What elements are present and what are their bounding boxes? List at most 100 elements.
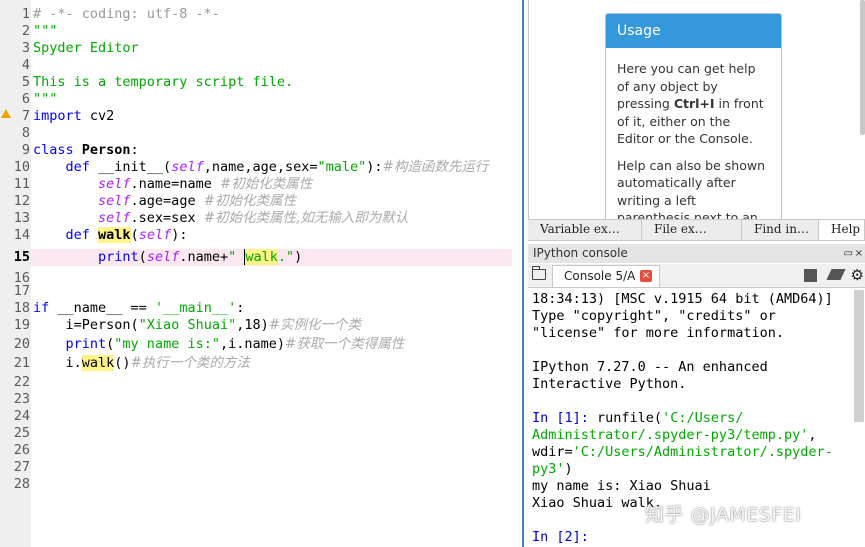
line-number: 25 xyxy=(13,425,30,441)
input-prompt: In [2]: xyxy=(532,529,589,545)
code-line-15[interactable]: print(self.name+" walk.") xyxy=(33,249,302,266)
eraser-icon[interactable] xyxy=(826,269,846,280)
keyword: def xyxy=(65,227,90,243)
code-line-21[interactable]: i.walk()#执行一个类的方法 xyxy=(33,355,250,372)
code-line-10[interactable]: def __init__(self,name,age,sex="male"):#… xyxy=(33,159,489,176)
line-number: 20 xyxy=(13,336,30,352)
code-line-9[interactable]: class Person: xyxy=(33,142,139,159)
line-number: 24 xyxy=(13,408,30,424)
code-text: .name=name xyxy=(130,176,220,192)
comment: #初始化类属性 xyxy=(203,193,297,209)
comment: #获取一个类得属性 xyxy=(285,336,405,352)
usage-paragraph-1: Here you can get help of any object by p… xyxy=(617,60,771,148)
console-line: IPython 7.27.0 -- An enhanced xyxy=(532,359,768,375)
watermark: 知乎 @JAMESFEI xyxy=(645,504,802,526)
pane-title: IPython console xyxy=(533,246,628,260)
code-line-13[interactable]: self.sex=sex #初始化类属性,如无输入即为默认 xyxy=(33,210,408,227)
code-text: __name__ == xyxy=(49,300,155,316)
line-number: 7 xyxy=(21,108,30,124)
self-keyword: self xyxy=(171,159,204,175)
help-pane[interactable]: Usage Here you can get help of any objec… xyxy=(528,0,865,225)
code-text: ( xyxy=(130,227,139,243)
code-text: ): xyxy=(366,159,383,175)
string: ." xyxy=(277,249,295,265)
help-scrollbar[interactable] xyxy=(860,0,865,135)
code-line-2[interactable]: """ xyxy=(33,23,57,40)
self-keyword: self xyxy=(98,193,131,209)
console-string: py3' xyxy=(532,461,565,477)
code-line-18[interactable]: if __name__ == '__main__': xyxy=(33,300,244,317)
comment: # -*- coding: utf-8 -*- xyxy=(33,6,220,22)
ipython-pane-header: IPython console ▭ × xyxy=(528,244,865,263)
string: "my name is:" xyxy=(114,336,220,352)
line-number: 19 xyxy=(13,317,30,333)
self-keyword: self xyxy=(146,249,180,265)
keyword: print xyxy=(98,249,139,265)
tab-help[interactable]: Help xyxy=(819,220,865,240)
docstring: """ xyxy=(33,23,58,39)
tab-console[interactable]: Console 5/A × xyxy=(552,265,660,287)
input-prompt: In [1]: xyxy=(532,410,589,426)
console-line[interactable]: In [2]: xyxy=(532,529,589,546)
undock-icon[interactable]: ▭ xyxy=(844,244,853,263)
keyword: def xyxy=(65,159,90,175)
code-text: .sex=sex xyxy=(130,210,204,226)
code-line-7[interactable]: import cv2 xyxy=(33,108,114,125)
tab-find-in-files[interactable]: Find in… xyxy=(742,220,819,240)
help-pane-tabs: Variable ex… File ex… Find in… Help xyxy=(528,219,865,241)
console-line: "license" for more information. xyxy=(532,325,784,341)
gear-icon[interactable]: ⚙ xyxy=(851,266,864,284)
console-scrollbar[interactable] xyxy=(854,290,864,422)
line-number: 18 xyxy=(13,300,30,316)
console-string: 'C:/Users/Administrator/.spyder- xyxy=(572,444,833,460)
console-line: 18:34:13) [MSC v.1915 64 bit (AMD64)] xyxy=(532,291,833,307)
stop-icon[interactable] xyxy=(804,269,817,282)
tab-file-explorer[interactable]: File ex… xyxy=(642,220,742,240)
usage-body: Here you can get help of any object by p… xyxy=(606,48,781,224)
line-number: 15 xyxy=(13,249,30,265)
close-pane-icon[interactable]: × xyxy=(855,244,863,263)
occurrence-highlight: walk xyxy=(81,355,115,371)
console-string: Administrator/.spyder-py3/temp.py' xyxy=(532,427,809,443)
editor-focus-border xyxy=(522,0,524,547)
code-line-6[interactable]: """ xyxy=(33,91,57,108)
code-line-3[interactable]: Spyder Editor xyxy=(33,40,139,57)
comment: #实例化一个类 xyxy=(268,317,362,333)
close-tab-icon[interactable]: × xyxy=(640,270,652,282)
console-line: py3') xyxy=(532,461,573,478)
line-number: 17 xyxy=(13,283,30,299)
console-line: my name is: Xiao Shuai xyxy=(532,478,711,494)
keyword: class xyxy=(33,142,74,158)
code-text: ,i.name) xyxy=(219,336,285,352)
code-text: : xyxy=(236,300,245,316)
console-line: Administrator/.spyder-py3/temp.py', xyxy=(532,427,816,444)
self-keyword: self xyxy=(138,227,172,243)
console-string: 'C:/Users/ xyxy=(662,410,744,426)
console-toolbar: Console 5/A × ⚙ xyxy=(528,264,865,288)
console-tab-label: Console 5/A xyxy=(564,269,636,283)
usage-card: Usage Here you can get help of any objec… xyxy=(605,13,782,225)
console-line: Interactive Python. xyxy=(532,376,687,392)
string: "male" xyxy=(317,159,367,175)
line-number: 11 xyxy=(13,176,30,192)
line-number: 6 xyxy=(21,91,30,107)
keyword: print xyxy=(65,336,107,352)
line-number: 22 xyxy=(13,374,30,390)
code-line-11[interactable]: self.name=name #初始化类属性 xyxy=(33,176,312,193)
console-text: runfile( xyxy=(588,410,663,426)
console-text: , xyxy=(808,427,817,443)
code-line-1[interactable]: # -*- coding: utf-8 -*- xyxy=(33,6,220,23)
code-line-19[interactable]: i=Person("Xiao Shuai",18)#实例化一个类 xyxy=(33,317,362,334)
tab-variable-explorer[interactable]: Variable ex… xyxy=(528,220,642,240)
code-text: .name+ xyxy=(179,249,229,265)
code-text: cv2 xyxy=(81,108,115,124)
line-number: 4 xyxy=(21,57,30,73)
code-line-12[interactable]: self.age=age #初始化类属性 xyxy=(33,193,296,210)
code-line-14[interactable]: def walk(self): xyxy=(33,227,187,244)
line-number: 14 xyxy=(13,227,30,243)
docstring: Spyder Editor xyxy=(33,40,139,56)
code-line-5[interactable]: This is a temporary script file. xyxy=(33,74,293,91)
code-line-20[interactable]: print("my name is:",i.name)#获取一个类得属性 xyxy=(33,336,405,353)
code-editor[interactable]: 1 2 3 4 5 6 7 8 9 10 11 12 13 14 15 16 17 18 19 20 21 22 23 24 2… xyxy=(0,0,524,547)
folder-icon[interactable] xyxy=(532,266,546,280)
